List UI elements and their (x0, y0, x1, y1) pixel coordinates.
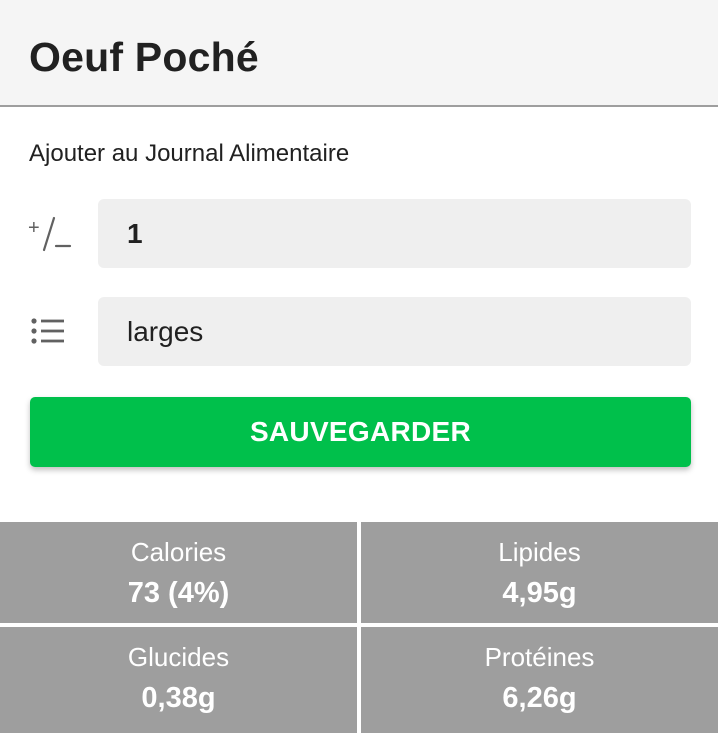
section-label: Ajouter au Journal Alimentaire (29, 140, 350, 167)
carbs-label: Glucides (127, 642, 230, 672)
list-icon (28, 316, 68, 356)
protein-label: Protéines (484, 642, 595, 672)
calories-value: 73 (4%) (127, 577, 230, 609)
svg-text:+: + (28, 217, 40, 239)
fat-value: 4,95g (502, 577, 577, 609)
calories-tile: Calories 73 (4%) (0, 522, 357, 623)
save-button[interactable]: SAUVEGARDER (30, 397, 691, 467)
calories-label: Calories (130, 537, 227, 567)
protein-tile: Protéines 6,26g (361, 627, 718, 733)
app-header: Oeuf Poché (0, 0, 718, 107)
plus-minus-icon: + (28, 214, 72, 254)
serving-unit-select[interactable]: larges (98, 297, 691, 366)
protein-value: 6,26g (502, 682, 577, 714)
quantity-input[interactable]: 1 (98, 199, 691, 268)
page-title: Oeuf Poché (29, 34, 259, 80)
carbs-value: 0,38g (141, 682, 216, 714)
nutrition-grid: Calories 73 (4%) Lipides 4,95g Glucides … (0, 522, 718, 733)
fat-label: Lipides (498, 537, 581, 567)
carbs-tile: Glucides 0,38g (0, 627, 357, 733)
fat-tile: Lipides 4,95g (361, 522, 718, 623)
